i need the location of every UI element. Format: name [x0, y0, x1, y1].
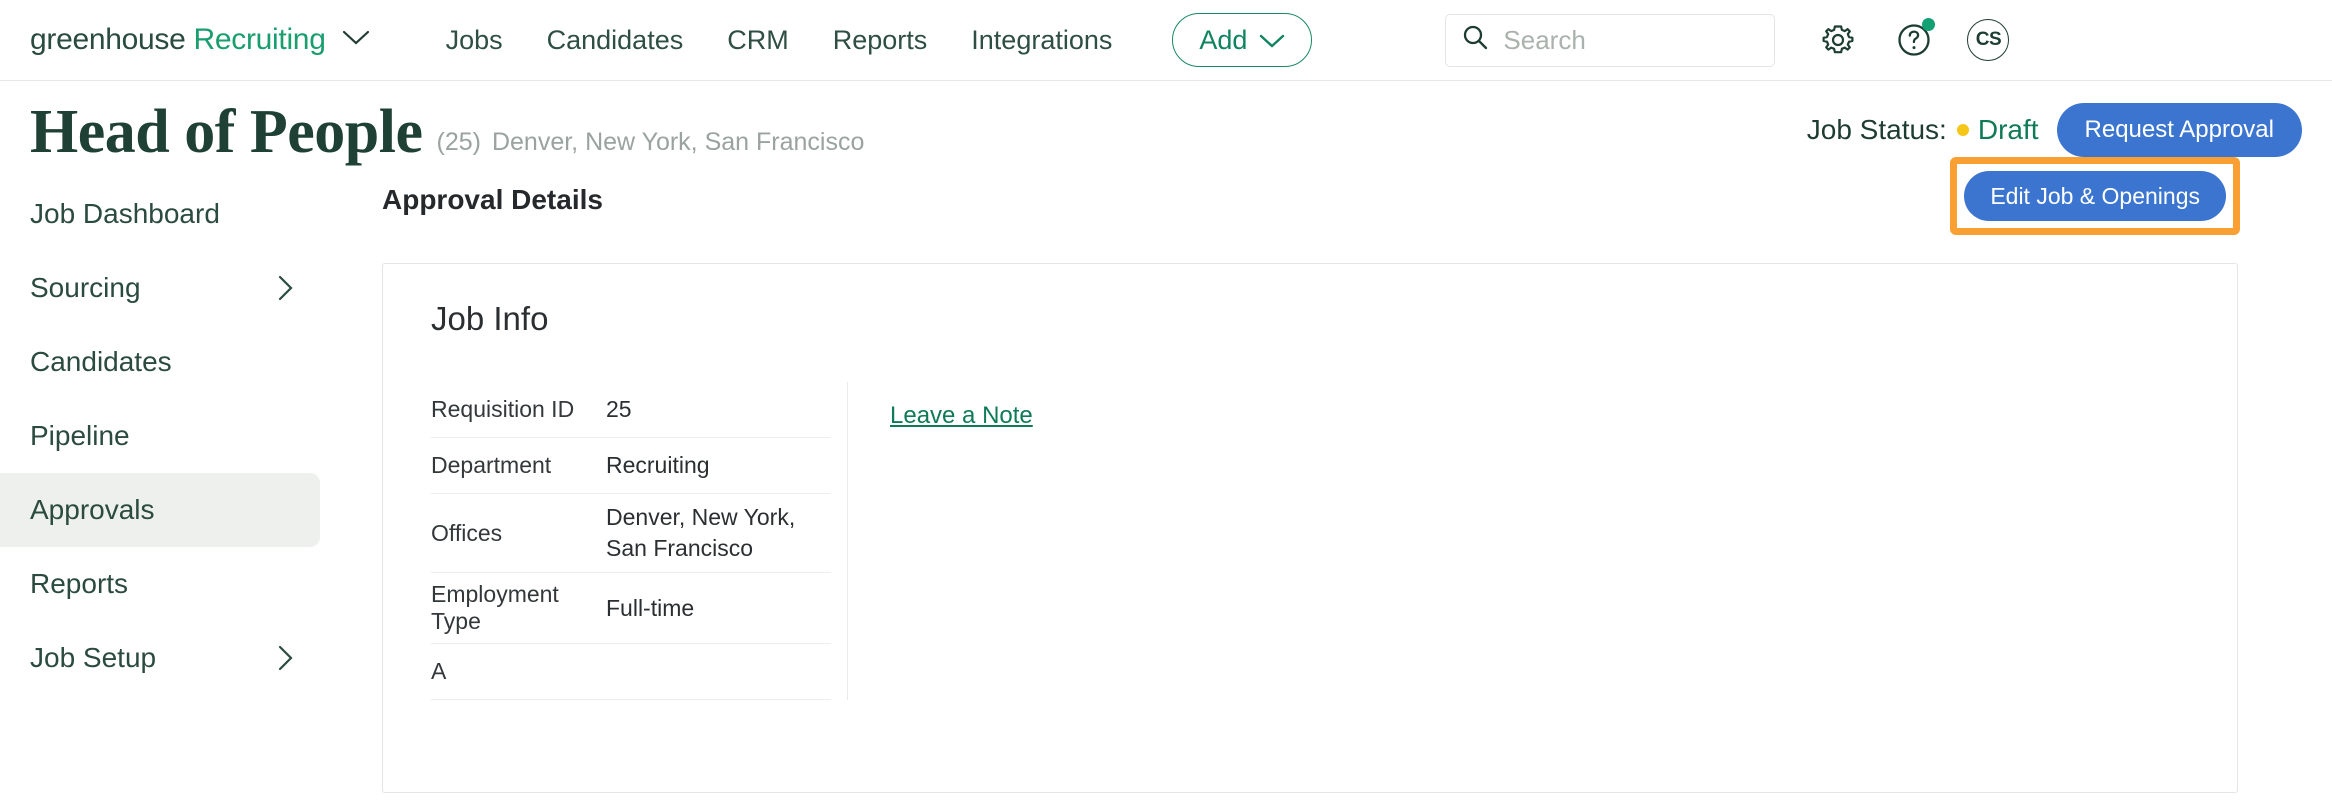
- card-columns: Requisition ID 25 Department Recruiting …: [431, 382, 2189, 700]
- sidebar: Job Dashboard Sourcing Candidates Pipeli…: [0, 163, 330, 800]
- sidebar-item-sourcing[interactable]: Sourcing: [0, 251, 320, 325]
- row-label: Offices: [431, 520, 606, 547]
- section-title: Approval Details: [382, 184, 603, 216]
- edit-job-openings-button[interactable]: Edit Job & Openings: [1964, 171, 2226, 221]
- sidebar-item-label: Job Setup: [30, 642, 156, 674]
- nav-link-jobs[interactable]: Jobs: [446, 25, 503, 56]
- nav-link-crm[interactable]: CRM: [727, 25, 789, 56]
- table-row: Department Recruiting: [431, 438, 831, 494]
- chevron-down-icon[interactable]: [342, 29, 370, 52]
- sidebar-item-label: Job Dashboard: [30, 198, 220, 230]
- avatar-initials: CS: [1976, 29, 2001, 51]
- search-box[interactable]: [1445, 14, 1775, 67]
- nav-link-reports[interactable]: Reports: [833, 25, 928, 56]
- sidebar-item-label: Reports: [30, 568, 128, 600]
- chevron-right-icon: [277, 274, 294, 302]
- sidebar-item-pipeline[interactable]: Pipeline: [0, 399, 320, 473]
- sidebar-item-label: Candidates: [30, 346, 172, 378]
- avatar[interactable]: CS: [1967, 19, 2009, 61]
- brand-text: greenhouse Recruiting: [30, 23, 326, 57]
- help-circle-icon[interactable]: [1891, 17, 1937, 63]
- row-label: Employment Type: [431, 581, 606, 635]
- add-button-label: Add: [1199, 25, 1247, 56]
- status-badge: Job Status: Draft: [1807, 114, 2039, 146]
- page-title-group: Head of People (25) Denver, New York, San…: [30, 101, 864, 163]
- page-body: Job Dashboard Sourcing Candidates Pipeli…: [0, 163, 2332, 800]
- status-dot-icon: [1957, 124, 1969, 136]
- page-header-actions: Job Status: Draft Request Approval: [1807, 103, 2302, 157]
- job-info-card: Job Info Requisition ID 25 Department Re…: [382, 263, 2238, 793]
- request-approval-button[interactable]: Request Approval: [2057, 103, 2302, 157]
- search-icon: [1462, 24, 1489, 56]
- status-value: Draft: [1978, 114, 2039, 146]
- table-row: Employment Type Full-time: [431, 573, 831, 644]
- row-label: A: [431, 658, 606, 685]
- card-title: Job Info: [431, 300, 2189, 338]
- chevron-down-icon: [1259, 25, 1285, 56]
- nav-icon-group: CS: [1815, 17, 2009, 63]
- sidebar-item-label: Pipeline: [30, 420, 130, 452]
- page-title-meta: (25) Denver, New York, San Francisco: [437, 128, 865, 157]
- primary-nav-links: Jobs Candidates CRM Reports Integrations: [446, 25, 1113, 56]
- brand-name-secondary: Recruiting: [194, 23, 326, 56]
- gear-icon[interactable]: [1815, 17, 1861, 63]
- row-value: 25: [606, 394, 802, 425]
- notes-column: Leave a Note: [847, 382, 2189, 700]
- chevron-right-icon: [277, 644, 294, 672]
- row-value: Recruiting: [606, 450, 802, 481]
- leave-a-note-link[interactable]: Leave a Note: [890, 402, 1033, 429]
- top-navigation-bar: greenhouse Recruiting Jobs Candidates CR…: [0, 0, 2332, 81]
- table-row: Offices Denver, New York, San Francisco: [431, 494, 831, 573]
- page-title: Head of People: [30, 101, 423, 163]
- edit-job-highlight: Edit Job & Openings: [1950, 157, 2240, 235]
- job-info-table: Requisition ID 25 Department Recruiting …: [431, 382, 831, 700]
- row-value: Denver, New York, San Francisco: [606, 502, 802, 564]
- main-content-header: Approval Details Edit Job & Openings: [382, 163, 2238, 237]
- brand-logo[interactable]: greenhouse Recruiting: [30, 23, 370, 57]
- sidebar-item-reports[interactable]: Reports: [0, 547, 320, 621]
- main-content: Approval Details Edit Job & Openings Job…: [330, 163, 2332, 800]
- row-value: Full-time: [606, 593, 802, 624]
- table-row: A: [431, 644, 831, 700]
- add-button[interactable]: Add: [1172, 13, 1312, 67]
- sidebar-item-label: Sourcing: [30, 272, 141, 304]
- brand-name-primary: greenhouse: [30, 23, 185, 56]
- requisition-count: (25): [437, 128, 481, 156]
- sidebar-item-job-setup[interactable]: Job Setup: [0, 621, 320, 695]
- page-header: Head of People (25) Denver, New York, San…: [0, 81, 2332, 163]
- nav-link-candidates[interactable]: Candidates: [547, 25, 684, 56]
- status-label: Job Status:: [1807, 114, 1947, 146]
- sidebar-item-label: Approvals: [30, 494, 155, 526]
- row-label: Requisition ID: [431, 396, 606, 423]
- row-label: Department: [431, 452, 606, 479]
- search-input[interactable]: [1503, 25, 1774, 56]
- table-row: Requisition ID 25: [431, 382, 831, 438]
- sidebar-item-candidates[interactable]: Candidates: [0, 325, 320, 399]
- sidebar-item-job-dashboard[interactable]: Job Dashboard: [0, 177, 320, 251]
- job-locations: Denver, New York, San Francisco: [492, 128, 864, 156]
- nav-link-integrations[interactable]: Integrations: [971, 25, 1112, 56]
- sidebar-item-approvals[interactable]: Approvals: [0, 473, 320, 547]
